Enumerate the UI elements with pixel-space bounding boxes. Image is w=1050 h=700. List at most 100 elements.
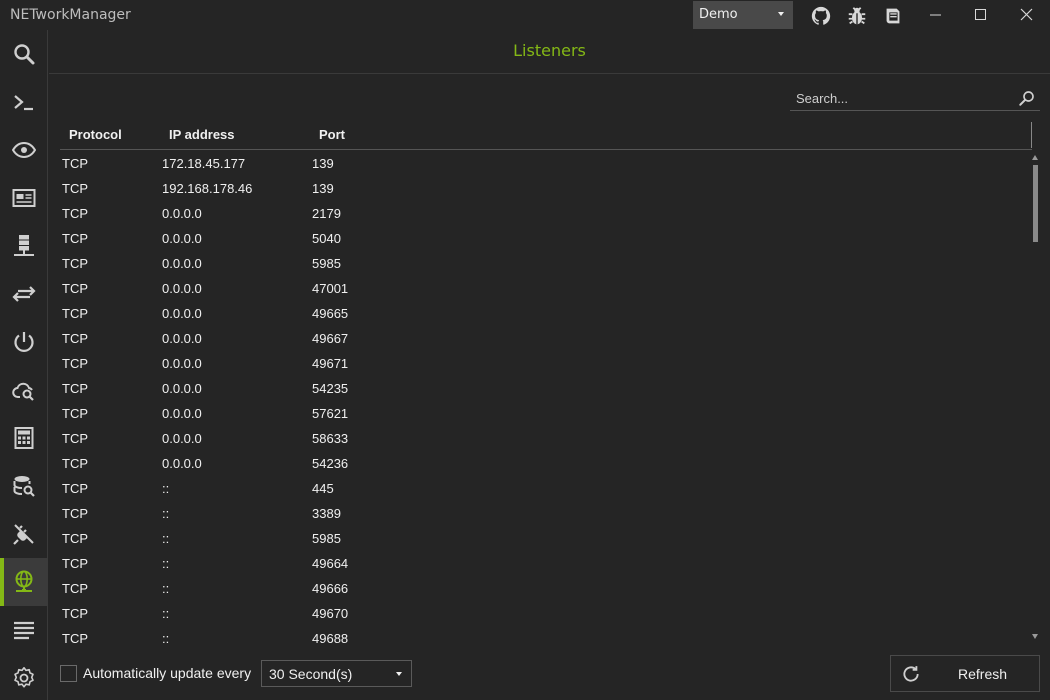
cell-ip-address: 192.168.178.46 (162, 181, 253, 196)
cell-ip-address: 0.0.0.0 (162, 231, 202, 246)
id-card-icon (12, 189, 36, 207)
sidebar-item-calculator[interactable] (0, 414, 48, 462)
cell-protocol: TCP (62, 256, 88, 271)
profile-select[interactable]: Demo (693, 1, 793, 29)
cell-protocol: TCP (62, 481, 88, 496)
cell-port: 5985 (312, 256, 341, 271)
page-header: Listeners (49, 30, 1050, 74)
search-box[interactable] (790, 86, 1040, 111)
table-row[interactable]: TCP:: 49666 (60, 575, 1030, 600)
table-row[interactable]: TCP 0.0.0.0 54236 (60, 450, 1030, 475)
book-icon[interactable] (882, 5, 904, 27)
cell-protocol: TCP (62, 231, 88, 246)
sidebar-item-listeners[interactable] (0, 558, 48, 606)
table-row[interactable]: TCP:: 445 (60, 475, 1030, 500)
table-header: Protocol IP address Port (60, 120, 1032, 150)
update-interval-select[interactable]: 30 Second(s) (261, 660, 412, 687)
cell-port: 2179 (312, 206, 341, 221)
cell-port: 139 (312, 156, 334, 171)
table-row[interactable]: TCP:: 49664 (60, 550, 1030, 575)
list-icon (14, 621, 34, 640)
bug-icon[interactable] (846, 5, 868, 27)
sidebar-item-terminal[interactable] (0, 78, 48, 126)
search-icon (14, 44, 35, 65)
cell-port: 49667 (312, 331, 349, 346)
table-row[interactable]: TCP 0.0.0.0 58633 (60, 425, 1030, 450)
cell-ip-address: 0.0.0.0 (162, 431, 202, 446)
sidebar-item-database-lookup[interactable] (0, 462, 48, 510)
sidebar-item-cloud-lookup[interactable] (0, 366, 48, 414)
cell-protocol: TCP (62, 531, 88, 546)
cell-port: 49664 (312, 556, 349, 571)
table-row[interactable]: TCP 0.0.0.0 49667 (60, 325, 1030, 350)
minimize-icon[interactable] (912, 0, 958, 30)
refresh-icon (903, 666, 919, 682)
sidebar-item-info[interactable] (0, 174, 48, 222)
search-input[interactable] (796, 89, 1006, 107)
power-icon (14, 332, 34, 352)
table-row[interactable]: TCP 172.18.45.177 139 (60, 150, 1030, 175)
cell-ip-address: 0.0.0.0 (162, 381, 202, 396)
refresh-button[interactable]: Refresh (890, 655, 1040, 692)
scroll-up-arrow-icon[interactable] (1032, 155, 1038, 160)
sidebar-item-wake-on-lan[interactable] (0, 510, 48, 558)
table-row[interactable]: TCP 0.0.0.0 47001 (60, 275, 1030, 300)
title-bar: NETworkManager Demo (0, 0, 1050, 30)
cell-ip-address: :: (162, 581, 170, 596)
table-row[interactable]: TCP 0.0.0.0 49671 (60, 350, 1030, 375)
sidebar-item-search[interactable] (0, 30, 48, 78)
table-row[interactable]: TCP:: 49688 (60, 625, 1030, 650)
table-row[interactable]: TCP 0.0.0.0 49665 (60, 300, 1030, 325)
chevron-down-icon (778, 12, 784, 16)
table-row[interactable]: TCP 0.0.0.0 5985 (60, 250, 1030, 275)
search-icon[interactable] (1018, 89, 1036, 107)
sidebar-item-transfer[interactable] (0, 270, 48, 318)
cell-protocol: TCP (62, 206, 88, 221)
cell-protocol: TCP (62, 506, 88, 521)
table-row[interactable]: TCP 0.0.0.0 2179 (60, 200, 1030, 225)
cell-port: 49665 (312, 306, 349, 321)
sidebar-item-list[interactable] (0, 606, 48, 654)
table-row[interactable]: TCP:: 49670 (60, 600, 1030, 625)
cell-ip-address: 0.0.0.0 (162, 331, 202, 346)
server-icon (14, 235, 34, 256)
cell-ip-address: :: (162, 531, 170, 546)
close-icon[interactable] (1004, 0, 1050, 30)
chevron-down-icon (396, 672, 402, 676)
auto-update-checkbox[interactable] (60, 665, 77, 682)
table-row[interactable]: TCP 0.0.0.0 54235 (60, 375, 1030, 400)
table-row[interactable]: TCP 192.168.178.46 139 (60, 175, 1030, 200)
auto-update-label: Automatically update every (83, 665, 252, 681)
scrollbar-thumb[interactable] (1033, 165, 1038, 242)
cell-port: 5040 (312, 231, 341, 246)
terminal-icon (14, 95, 33, 111)
sidebar-item-power[interactable] (0, 318, 48, 366)
sidebar-item-monitor[interactable] (0, 126, 48, 174)
sidebar (0, 30, 48, 700)
cell-protocol: TCP (62, 381, 88, 396)
column-header-ip-address[interactable]: IP address (169, 127, 235, 142)
github-icon[interactable] (810, 5, 832, 27)
cell-protocol: TCP (62, 331, 88, 346)
plug-off-icon (13, 524, 34, 545)
table-row[interactable]: TCP 0.0.0.0 57621 (60, 400, 1030, 425)
globe-network-icon (15, 570, 33, 592)
cell-ip-address: 0.0.0.0 (162, 256, 202, 271)
sidebar-item-settings[interactable] (0, 654, 48, 700)
scroll-down-arrow-icon[interactable] (1032, 634, 1038, 639)
maximize-icon[interactable] (958, 0, 1004, 30)
table-row[interactable]: TCP:: 5985 (60, 525, 1030, 550)
cell-port: 54235 (312, 381, 349, 396)
cell-port: 47001 (312, 281, 349, 296)
cell-port: 49671 (312, 356, 349, 371)
page-title: Listeners (513, 41, 586, 60)
sidebar-item-server[interactable] (0, 222, 48, 270)
cell-protocol: TCP (62, 156, 88, 171)
cell-port: 5985 (312, 531, 341, 546)
table-row[interactable]: TCP:: 3389 (60, 500, 1030, 525)
cell-ip-address: 0.0.0.0 (162, 306, 202, 321)
table-row[interactable]: TCP 0.0.0.0 5040 (60, 225, 1030, 250)
column-header-port[interactable]: Port (319, 127, 345, 142)
cell-protocol: TCP (62, 581, 88, 596)
column-header-protocol[interactable]: Protocol (69, 127, 122, 142)
